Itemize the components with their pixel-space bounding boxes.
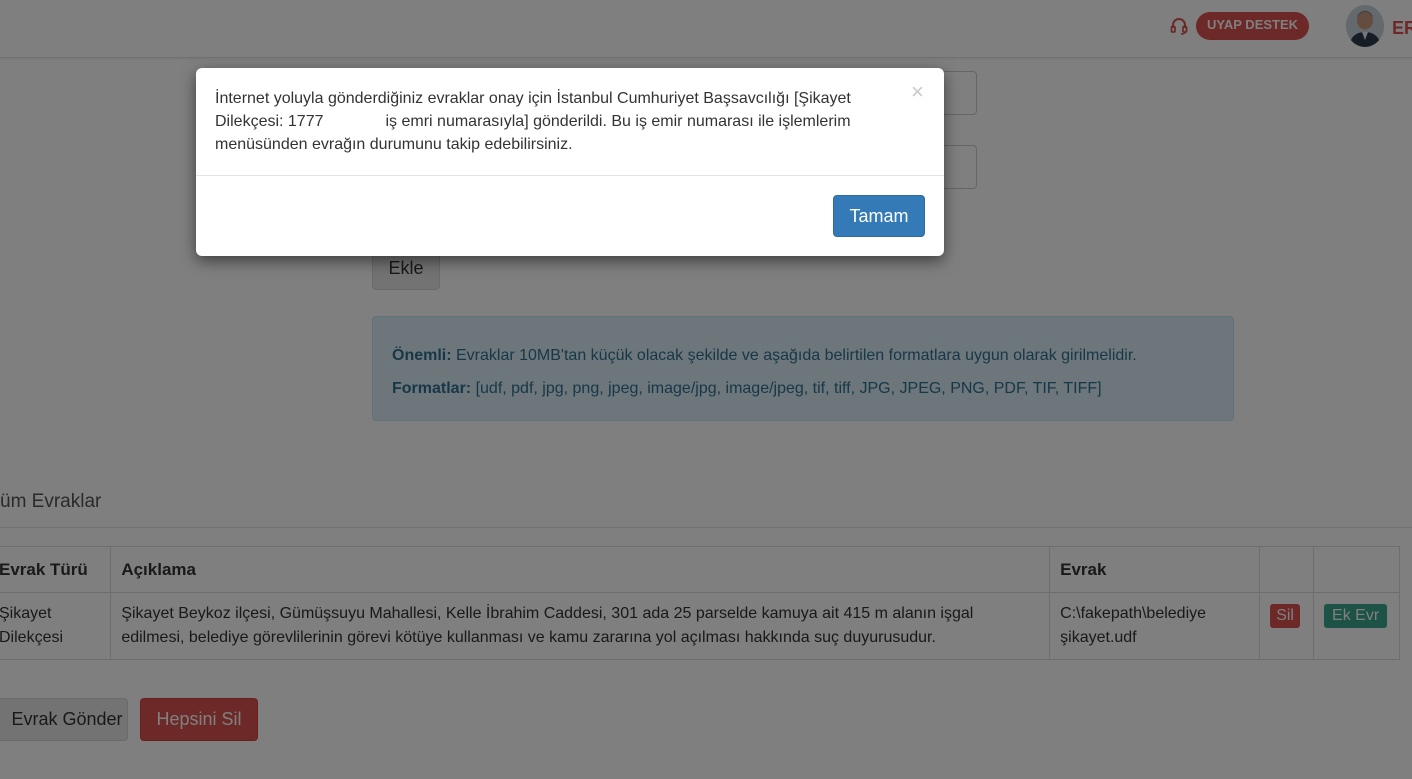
modal-divider <box>196 175 944 176</box>
confirmation-modal: İnternet yoluyla gönderdiğiniz evraklar … <box>196 68 944 256</box>
ok-button[interactable]: Tamam <box>833 195 925 237</box>
modal-message: İnternet yoluyla gönderdiğiniz evraklar … <box>215 90 851 153</box>
close-icon[interactable]: × <box>911 81 924 103</box>
